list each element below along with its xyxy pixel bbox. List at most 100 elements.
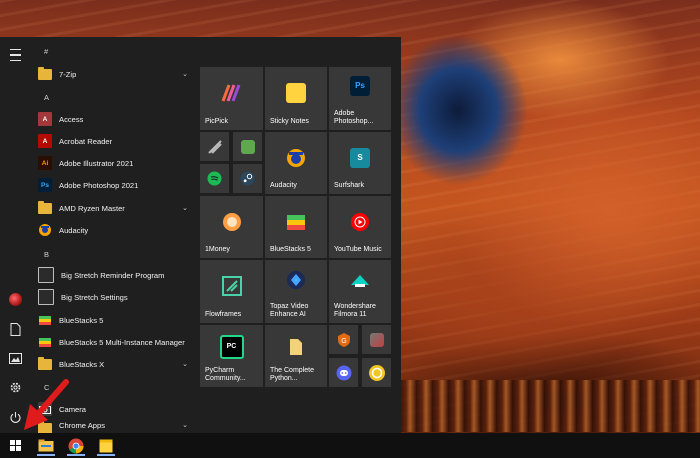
chevron-down-icon: ⌄ [182,71,188,78]
tile-youtube-music[interactable]: YouTube Music [329,196,391,258]
sticky-notes-icon [286,83,306,104]
tile-label: YouTube Music [334,245,382,253]
app-label: Access [59,114,84,124]
app-label: Big Stretch Settings [61,292,128,302]
app-label: Audacity [59,225,89,235]
folder-icon [38,356,52,371]
chevron-down-icon: ⌄ [182,422,188,429]
app-label: Adobe Illustrator 2021 [59,158,134,168]
chrome-icon[interactable] [64,435,88,456]
tile-adobe-photoshop[interactable]: Ps Adobe Photoshop... [329,67,391,130]
group-header-a[interactable]: A [44,93,49,102]
app-label: 7-Zip [59,69,77,79]
taskbar [0,433,700,458]
tile-surfshark[interactable]: S Surfshark [329,132,391,194]
spotify-icon [207,171,222,186]
folder-icon [38,200,52,215]
1money-icon [222,212,242,232]
tile-picpick[interactable]: PicPick [200,67,263,130]
svg-text:G: G [341,338,346,345]
tile-audacity[interactable]: Audacity [265,132,327,194]
tile-small-gaming-app[interactable] [200,132,229,161]
app-big-stretch-settings[interactable]: Big Stretch Settings [38,287,194,307]
app-acrobat-reader[interactable]: A Acrobat Reader [38,131,194,151]
app-label: Adobe Photoshop 2021 [59,180,139,190]
windows-start-icon[interactable] [3,435,27,456]
game-shield-icon: G [337,332,350,347]
start-menu: # 7-Zip ⌄ A A Access A Acrobat Reader Ai… [0,37,401,433]
tile-topaz-video[interactable]: Topaz Video Enhance AI [265,260,327,323]
big-stretch-settings-icon [38,289,54,305]
tile-pycharm[interactable]: PC PyCharm Community... [200,325,263,387]
tile-complete-python[interactable]: The Complete Python... [265,325,327,387]
steam-icon [240,171,255,186]
document-icon[interactable] [3,317,27,341]
tile-small-screenshot-app[interactable] [362,325,391,354]
tile-label: Surfshark [334,181,364,189]
tile-small-game[interactable]: G [329,325,358,354]
tile-label: PyCharm Community... [205,366,246,382]
youtube-music-icon [350,212,370,232]
pycharm-icon: PC [219,335,244,360]
tile-wondershare-filmora[interactable]: Wondershare Filmora 11 [329,260,391,323]
sticky-notes-icon[interactable] [94,435,118,456]
bluestacks-icon [38,313,52,327]
tile-flowframes[interactable]: Flowframes [200,260,263,323]
tile-bluestacks-5[interactable]: BlueStacks 5 [265,196,327,258]
app-bluestacks-x-folder[interactable]: BlueStacks X ⌄ [38,354,194,374]
start-tiles: PicPick Sticky Notes Ps Adobe Photoshop.… [200,67,401,433]
flowframes-icon [221,276,242,297]
gaming-app-icon [207,139,222,154]
green-app-icon [240,139,255,154]
file-explorer-icon[interactable] [34,435,58,456]
tile-label: PicPick [205,117,228,125]
app-adobe-photoshop[interactable]: Ps Adobe Photoshop 2021 [38,175,194,195]
app-amd-ryzen-folder[interactable]: AMD Ryzen Master ⌄ [38,198,194,218]
app-label: BlueStacks 5 Multi-Instance Manager [59,337,185,347]
app-access[interactable]: A Access [38,109,194,129]
bluestacks-multi-icon [38,335,52,349]
tile-small-coin-app[interactable] [362,358,391,387]
tile-label: Sticky Notes [270,117,309,125]
wallpaper-rock-detail [400,380,700,432]
audacity-icon [285,147,307,169]
tile-label: Topaz Video Enhance AI [270,302,309,318]
discord-icon [336,365,351,380]
tile-sticky-notes[interactable]: Sticky Notes [265,67,327,130]
acrobat-icon: A [38,134,52,148]
tile-small-discord[interactable] [329,358,358,387]
chevron-down-icon: ⌄ [182,205,188,212]
tile-label: The Complete Python... [270,366,314,382]
screenshot-app-icon [369,332,384,347]
app-7zip-folder[interactable]: 7-Zip ⌄ [38,64,194,84]
app-list: # 7-Zip ⌄ A A Access A Acrobat Reader Ai… [30,37,194,433]
red-arrow-annotation [24,379,69,430]
tile-label: Wondershare Filmora 11 [334,302,376,318]
tile-label: BlueStacks 5 [270,245,311,253]
tile-1money[interactable]: 1Money [200,196,263,258]
illustrator-icon: Ai [38,156,52,170]
tile-label: Audacity [270,181,297,189]
tile-small-spotify[interactable] [200,164,229,193]
app-bluestacks-5[interactable]: BlueStacks 5 [38,310,194,330]
topaz-icon [286,270,306,290]
tile-small-steam[interactable] [233,164,262,193]
photoshop-icon: Ps [350,75,370,96]
menu-icon[interactable] [3,43,27,67]
surfshark-icon: S [350,148,370,169]
coin-icon [368,364,385,381]
group-header-hash[interactable]: # [44,47,48,56]
app-bluestacks-multi-instance[interactable]: BlueStacks 5 Multi-Instance Manager [38,332,194,352]
user-avatar-icon[interactable] [3,287,27,311]
group-header-b[interactable]: B [44,250,49,259]
pictures-icon[interactable] [3,346,27,370]
app-adobe-illustrator[interactable]: Ai Adobe Illustrator 2021 [38,153,194,173]
tile-small-green-app[interactable] [233,132,262,161]
app-big-stretch-program[interactable]: Big Stretch Reminder Program [38,265,194,285]
folder-icon [38,66,52,81]
app-label: BlueStacks 5 [59,315,104,325]
app-label: AMD Ryzen Master [59,203,125,213]
app-audacity[interactable]: Audacity [38,220,194,240]
bluestacks-icon [285,212,307,232]
photoshop-icon: Ps [38,178,52,192]
